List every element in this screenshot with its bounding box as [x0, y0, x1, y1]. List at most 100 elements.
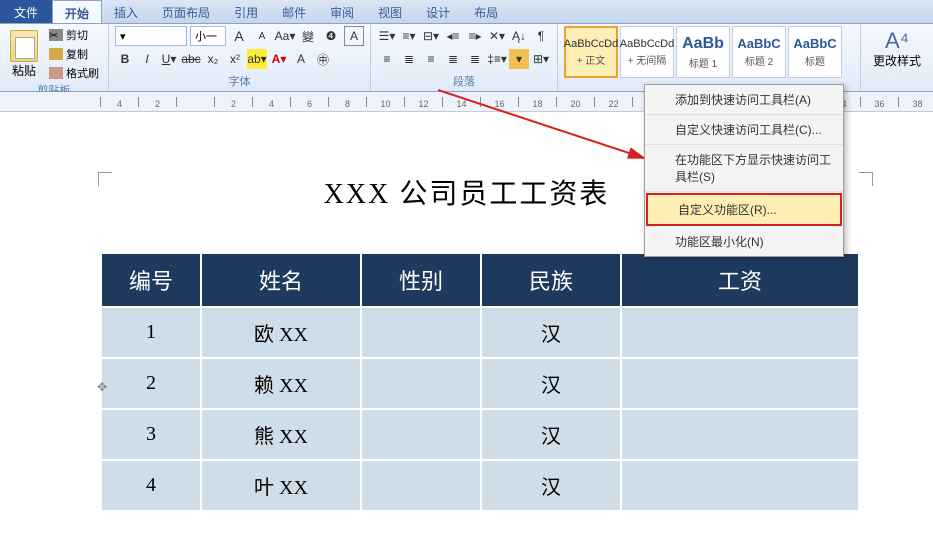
- char-shading-button[interactable]: A: [291, 49, 311, 69]
- ctx-add-quick-access[interactable]: 添加到快速访问工具栏(A): [645, 85, 843, 115]
- table-cell[interactable]: 4: [101, 460, 201, 511]
- cut-icon: ✂: [49, 29, 63, 41]
- table-cell[interactable]: 1: [101, 307, 201, 358]
- salary-table: 编号姓名性别民族工资 1欧 XX 汉 2赖 XX 汉 3熊 XX 汉 4叶 XX 汉: [100, 252, 860, 512]
- decrease-indent-button[interactable]: ◂≡: [443, 26, 463, 46]
- ribbon: 粘贴 ✂剪切 复制 格式刷 剪贴板 ▾ 小一 A A Aa▾ 變 ❹ A B: [0, 24, 933, 92]
- line-spacing-button[interactable]: ‡≡▾: [487, 49, 507, 69]
- char-border-button[interactable]: A: [344, 26, 364, 46]
- strikethrough-button[interactable]: abc: [181, 49, 201, 69]
- style-+ 正文[interactable]: AaBbCcDd+ 正文: [564, 26, 618, 78]
- cut-button[interactable]: ✂剪切: [46, 26, 102, 44]
- numbering-button[interactable]: ≡▾: [399, 26, 419, 46]
- tab-table-layout[interactable]: 布局: [462, 0, 510, 23]
- table-cell[interactable]: [361, 307, 481, 358]
- bold-button[interactable]: B: [115, 49, 135, 69]
- table-cell[interactable]: [361, 358, 481, 409]
- ctx-minimize-ribbon[interactable]: 功能区最小化(N): [645, 227, 843, 256]
- asian-layout-button[interactable]: ✕▾: [487, 26, 507, 46]
- ctx-show-below-ribbon[interactable]: 在功能区下方显示快速访问工具栏(S): [645, 145, 843, 192]
- table-header-row: 编号姓名性别民族工资: [101, 253, 859, 307]
- bullets-button[interactable]: ☰▾: [377, 26, 397, 46]
- tab-view[interactable]: 视图: [366, 0, 414, 23]
- tab-page-layout[interactable]: 页面布局: [150, 0, 222, 23]
- superscript-button[interactable]: x²: [225, 49, 245, 69]
- table-cell[interactable]: [361, 409, 481, 460]
- align-left-button[interactable]: ≡: [377, 49, 397, 69]
- tab-references[interactable]: 引用: [222, 0, 270, 23]
- tab-file[interactable]: 文件: [0, 0, 52, 23]
- table-header-cell[interactable]: 编号: [101, 253, 201, 307]
- ribbon-tabs: 文件 开始 插入 页面布局 引用 邮件 审阅 视图 设计 布局: [0, 0, 933, 24]
- style-标题 2[interactable]: AaBbC标题 2: [732, 26, 786, 78]
- align-right-button[interactable]: ≡: [421, 49, 441, 69]
- borders-button[interactable]: ⊞▾: [531, 49, 551, 69]
- sort-button[interactable]: Ą↓: [509, 26, 529, 46]
- tab-mail[interactable]: 邮件: [270, 0, 318, 23]
- table-cell[interactable]: 汉: [481, 409, 621, 460]
- enclose-char-button[interactable]: ㊥: [313, 49, 333, 69]
- table-cell[interactable]: 3: [101, 409, 201, 460]
- increase-indent-button[interactable]: ≡▸: [465, 26, 485, 46]
- table-header-cell[interactable]: 性别: [361, 253, 481, 307]
- table-cell[interactable]: 赖 XX: [201, 358, 361, 409]
- table-cell[interactable]: [361, 460, 481, 511]
- table-cell[interactable]: [621, 409, 859, 460]
- group-font: ▾ 小一 A A Aa▾ 變 ❹ A B I U▾ abc x₂ x² ab▾ …: [109, 24, 371, 91]
- table-cell[interactable]: 欧 XX: [201, 307, 361, 358]
- phonetic-button[interactable]: 變: [298, 26, 318, 46]
- table-row: 1欧 XX 汉: [101, 307, 859, 358]
- table-cell[interactable]: 汉: [481, 460, 621, 511]
- format-painter-icon: [49, 67, 63, 79]
- table-cell[interactable]: [621, 460, 859, 511]
- table-cell[interactable]: 叶 XX: [201, 460, 361, 511]
- justify-button[interactable]: ≣: [443, 49, 463, 69]
- show-marks-button[interactable]: ¶: [531, 26, 551, 46]
- italic-button[interactable]: I: [137, 49, 157, 69]
- subscript-button[interactable]: x₂: [203, 49, 223, 69]
- paste-button[interactable]: 粘贴: [6, 28, 42, 81]
- font-color-button[interactable]: A▾: [269, 49, 289, 69]
- multilevel-button[interactable]: ⊟▾: [421, 26, 441, 46]
- change-case-button[interactable]: Aa▾: [275, 26, 295, 46]
- style-标题 1[interactable]: AaBb标题 1: [676, 26, 730, 78]
- tab-review[interactable]: 审阅: [318, 0, 366, 23]
- table-cell[interactable]: [621, 307, 859, 358]
- table-cell[interactable]: 2: [101, 358, 201, 409]
- group-paragraph: ☰▾ ≡▾ ⊟▾ ◂≡ ≡▸ ✕▾ Ą↓ ¶ ≡ ≣ ≡ ≣ ≣ ‡≡▾ ▾ ⊞…: [371, 24, 558, 91]
- change-style-button[interactable]: A⁴ 更改样式: [867, 26, 927, 71]
- table-header-cell[interactable]: 工资: [621, 253, 859, 307]
- table-cell[interactable]: 熊 XX: [201, 409, 361, 460]
- tab-insert[interactable]: 插入: [102, 0, 150, 23]
- distribute-button[interactable]: ≣: [465, 49, 485, 69]
- paste-icon: [10, 30, 38, 62]
- clear-format-button[interactable]: ❹: [321, 26, 341, 46]
- table-cell[interactable]: 汉: [481, 358, 621, 409]
- table-cell[interactable]: 汉: [481, 307, 621, 358]
- margin-corner-tl: [98, 172, 112, 186]
- grow-font-button[interactable]: A: [229, 26, 249, 46]
- group-paragraph-label: 段落: [377, 73, 551, 91]
- shrink-font-button[interactable]: A: [252, 26, 272, 46]
- table-header-cell[interactable]: 姓名: [201, 253, 361, 307]
- group-clipboard: 粘贴 ✂剪切 复制 格式刷 剪贴板: [0, 24, 109, 91]
- shading-button[interactable]: ▾: [509, 49, 529, 69]
- font-size-combo[interactable]: 小一: [190, 26, 226, 46]
- table-anchor-icon[interactable]: ✥: [97, 380, 107, 394]
- tab-design[interactable]: 设计: [414, 0, 462, 23]
- tab-home[interactable]: 开始: [52, 0, 102, 23]
- ctx-customize-quick-access[interactable]: 自定义快速访问工具栏(C)...: [645, 115, 843, 145]
- style-+ 无间隔[interactable]: AaBbCcDd+ 无间隔: [620, 26, 674, 78]
- highlight-button[interactable]: ab▾: [247, 49, 267, 69]
- copy-button[interactable]: 复制: [46, 45, 102, 63]
- context-menu: 添加到快速访问工具栏(A) 自定义快速访问工具栏(C)... 在功能区下方显示快…: [644, 84, 844, 257]
- table-cell[interactable]: [621, 358, 859, 409]
- format-painter-button[interactable]: 格式刷: [46, 64, 102, 82]
- change-style-label: 更改样式: [873, 52, 921, 69]
- style-标题[interactable]: AaBbC标题: [788, 26, 842, 78]
- ctx-customize-ribbon[interactable]: 自定义功能区(R)...: [646, 193, 842, 226]
- table-header-cell[interactable]: 民族: [481, 253, 621, 307]
- align-center-button[interactable]: ≣: [399, 49, 419, 69]
- font-family-combo[interactable]: ▾: [115, 26, 187, 46]
- underline-button[interactable]: U▾: [159, 49, 179, 69]
